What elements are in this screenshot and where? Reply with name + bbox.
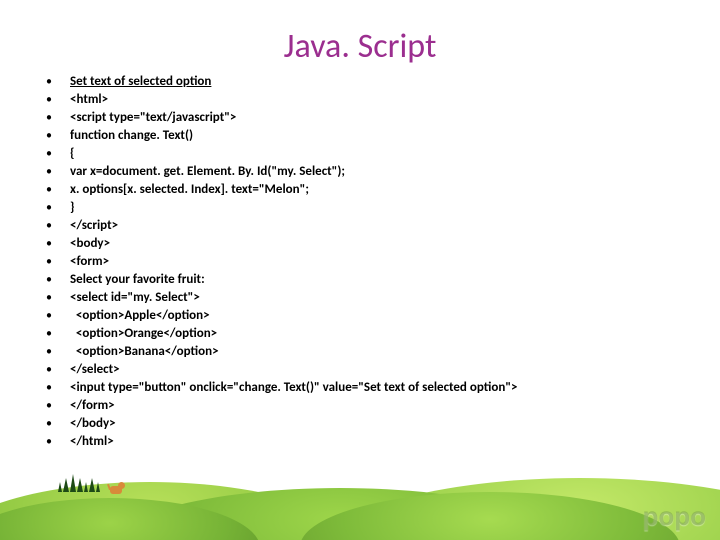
ground-decoration: popo: [0, 458, 720, 540]
bullet-dot-icon: •: [46, 253, 70, 271]
bullet-list: •Set text of selected option•<html>•<scr…: [0, 73, 720, 451]
bullet-row: •<input type="button" onclick="change. T…: [46, 379, 700, 397]
bullet-dot-icon: •: [46, 433, 70, 451]
tree-icon: [77, 478, 83, 492]
bullet-row: • <option>Apple</option>: [46, 307, 700, 325]
bullet-text: <form>: [70, 253, 700, 271]
bullet-text: <input type="button" onclick="change. Te…: [70, 379, 700, 397]
bullet-text: Set text of selected option: [70, 73, 700, 91]
bullet-text: </html>: [70, 433, 700, 451]
bullet-dot-icon: •: [46, 379, 70, 397]
bullet-row: •var x=document. get. Element. By. Id("m…: [46, 163, 700, 181]
bullet-row: •Select your favorite fruit:: [46, 271, 700, 289]
bullet-dot-icon: •: [46, 271, 70, 289]
bullet-text: <script type="text/javascript">: [70, 109, 700, 127]
slide-title: Java. Script: [0, 0, 720, 73]
bullet-dot-icon: •: [46, 343, 70, 361]
bullet-dot-icon: •: [46, 217, 70, 235]
bullet-row: •}: [46, 199, 700, 217]
bullet-dot-icon: •: [46, 181, 70, 199]
trees-decoration: [58, 474, 100, 492]
bullet-text: </form>: [70, 397, 700, 415]
tree-icon: [58, 482, 62, 492]
bullet-row: •{: [46, 145, 700, 163]
bullet-text: </select>: [70, 361, 700, 379]
bullet-row: •x. options[x. selected. Index]. text="M…: [46, 181, 700, 199]
tree-icon: [70, 474, 76, 492]
bullet-text: <body>: [70, 235, 700, 253]
bullet-dot-icon: •: [46, 397, 70, 415]
bullet-row: •</script>: [46, 217, 700, 235]
slide: Java. Script •Set text of selected optio…: [0, 0, 720, 540]
bullet-dot-icon: •: [46, 127, 70, 145]
bullet-dot-icon: •: [46, 73, 70, 91]
bullet-row: •Set text of selected option: [46, 73, 700, 91]
bullet-text: {: [70, 145, 700, 163]
bullet-dot-icon: •: [46, 289, 70, 307]
tree-icon: [84, 482, 88, 492]
bullet-text: x. options[x. selected. Index]. text="Me…: [70, 181, 700, 199]
bullet-dot-icon: •: [46, 235, 70, 253]
bullet-text: var x=document. get. Element. By. Id("my…: [70, 163, 700, 181]
bullet-text: Select your favorite fruit:: [70, 271, 700, 289]
bullet-row: •<body>: [46, 235, 700, 253]
bullet-text: <option>Orange</option>: [70, 325, 700, 343]
tree-icon: [96, 482, 100, 492]
bullet-row: •<form>: [46, 253, 700, 271]
tree-icon: [89, 478, 95, 492]
bullet-text: }: [70, 199, 700, 217]
bullet-dot-icon: •: [46, 415, 70, 433]
bullet-dot-icon: •: [46, 361, 70, 379]
bullet-dot-icon: •: [46, 307, 70, 325]
bullet-row: • <option>Orange</option>: [46, 325, 700, 343]
bullet-text: function change. Text(): [70, 127, 700, 145]
dog-icon: [108, 480, 126, 496]
bullet-row: • <option>Banana</option>: [46, 343, 700, 361]
bullet-dot-icon: •: [46, 163, 70, 181]
bullet-dot-icon: •: [46, 145, 70, 163]
bullet-text: <select id="my. Select">: [70, 289, 700, 307]
bullet-row: •<script type="text/javascript">: [46, 109, 700, 127]
bullet-row: •function change. Text(): [46, 127, 700, 145]
bullet-dot-icon: •: [46, 325, 70, 343]
bullet-row: •</body>: [46, 415, 700, 433]
tree-icon: [63, 478, 69, 492]
bullet-text: </script>: [70, 217, 700, 235]
bullet-row: •</form>: [46, 397, 700, 415]
bullet-text: <option>Banana</option>: [70, 343, 700, 361]
bullet-text: </body>: [70, 415, 700, 433]
bullet-dot-icon: •: [46, 199, 70, 217]
bullet-row: •<select id="my. Select">: [46, 289, 700, 307]
bullet-text: <option>Apple</option>: [70, 307, 700, 325]
bullet-row: •<html>: [46, 91, 700, 109]
bullet-row: •</select>: [46, 361, 700, 379]
bullet-dot-icon: •: [46, 91, 70, 109]
footer-watermark: popo: [642, 501, 706, 532]
bullet-text: <html>: [70, 91, 700, 109]
bullet-row: •</html>: [46, 433, 700, 451]
bullet-dot-icon: •: [46, 109, 70, 127]
